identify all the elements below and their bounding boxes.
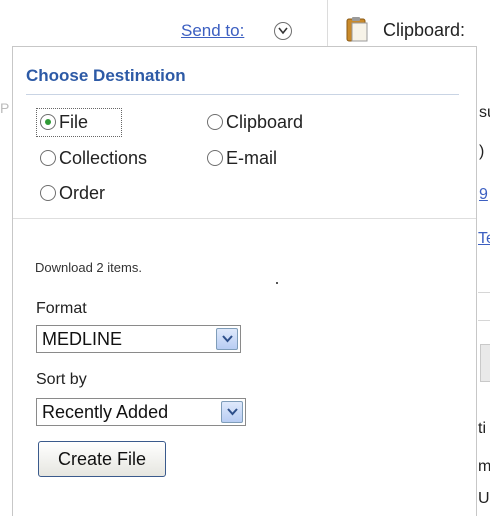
clipboard-icon bbox=[346, 16, 368, 42]
chevron-down-icon[interactable] bbox=[216, 328, 238, 350]
background-text-fragment: ) bbox=[479, 143, 485, 160]
radio-button[interactable] bbox=[40, 150, 56, 166]
background-divider bbox=[478, 292, 490, 293]
radio-label-collections: Collections bbox=[59, 148, 148, 168]
chevron-down-icon[interactable] bbox=[274, 22, 292, 40]
top-toolbar: Send to: Clipboard: bbox=[0, 0, 490, 46]
sort-by-label: Sort by bbox=[36, 371, 87, 388]
radio-label-clipboard: Clipboard bbox=[226, 112, 304, 132]
create-file-button[interactable]: Create File bbox=[38, 441, 166, 477]
background-text-fragment: su bbox=[479, 104, 490, 121]
title-divider bbox=[26, 94, 459, 95]
radio-button[interactable] bbox=[40, 114, 56, 130]
radio-collections[interactable]: Collections bbox=[40, 147, 147, 169]
radio-order[interactable]: Order bbox=[40, 182, 105, 204]
radio-clipboard[interactable]: Clipboard bbox=[207, 111, 303, 133]
radio-button[interactable] bbox=[207, 150, 223, 166]
radio-file[interactable]: File bbox=[40, 111, 88, 133]
radio-label-order: Order bbox=[59, 183, 106, 203]
radio-button[interactable] bbox=[207, 114, 223, 130]
section-divider bbox=[13, 218, 476, 219]
sort-by-select[interactable]: Recently Added bbox=[36, 398, 246, 426]
background-link-fragment[interactable]: 9 bbox=[479, 186, 488, 204]
popup-title: Choose Destination bbox=[26, 66, 186, 85]
radio-label-email: E-mail bbox=[226, 148, 278, 168]
clipboard-label[interactable]: Clipboard: bbox=[383, 19, 465, 41]
format-label: Format bbox=[36, 300, 87, 317]
toolbar-divider bbox=[327, 0, 328, 46]
send-to-link[interactable]: Send to: bbox=[181, 21, 244, 41]
download-count-text: Download 2 items. bbox=[35, 260, 142, 275]
radio-button[interactable] bbox=[40, 185, 56, 201]
background-text-fragment: ti bbox=[478, 420, 486, 437]
format-select[interactable]: MEDLINE bbox=[36, 325, 241, 353]
background-box bbox=[480, 344, 490, 382]
radio-label-file: File bbox=[59, 112, 89, 132]
radio-email[interactable]: E-mail bbox=[207, 147, 277, 169]
background-text-fragment: m bbox=[478, 458, 490, 475]
decorative-dot bbox=[276, 282, 278, 284]
chevron-down-icon[interactable] bbox=[221, 401, 243, 423]
background-text-fragment: U bbox=[478, 490, 490, 507]
sort-by-select-value: Recently Added bbox=[42, 402, 169, 422]
background-text-fragment: P bbox=[0, 100, 10, 116]
background-divider bbox=[478, 320, 490, 321]
format-select-value: MEDLINE bbox=[42, 329, 123, 349]
background-link-fragment[interactable]: Te bbox=[478, 230, 490, 248]
